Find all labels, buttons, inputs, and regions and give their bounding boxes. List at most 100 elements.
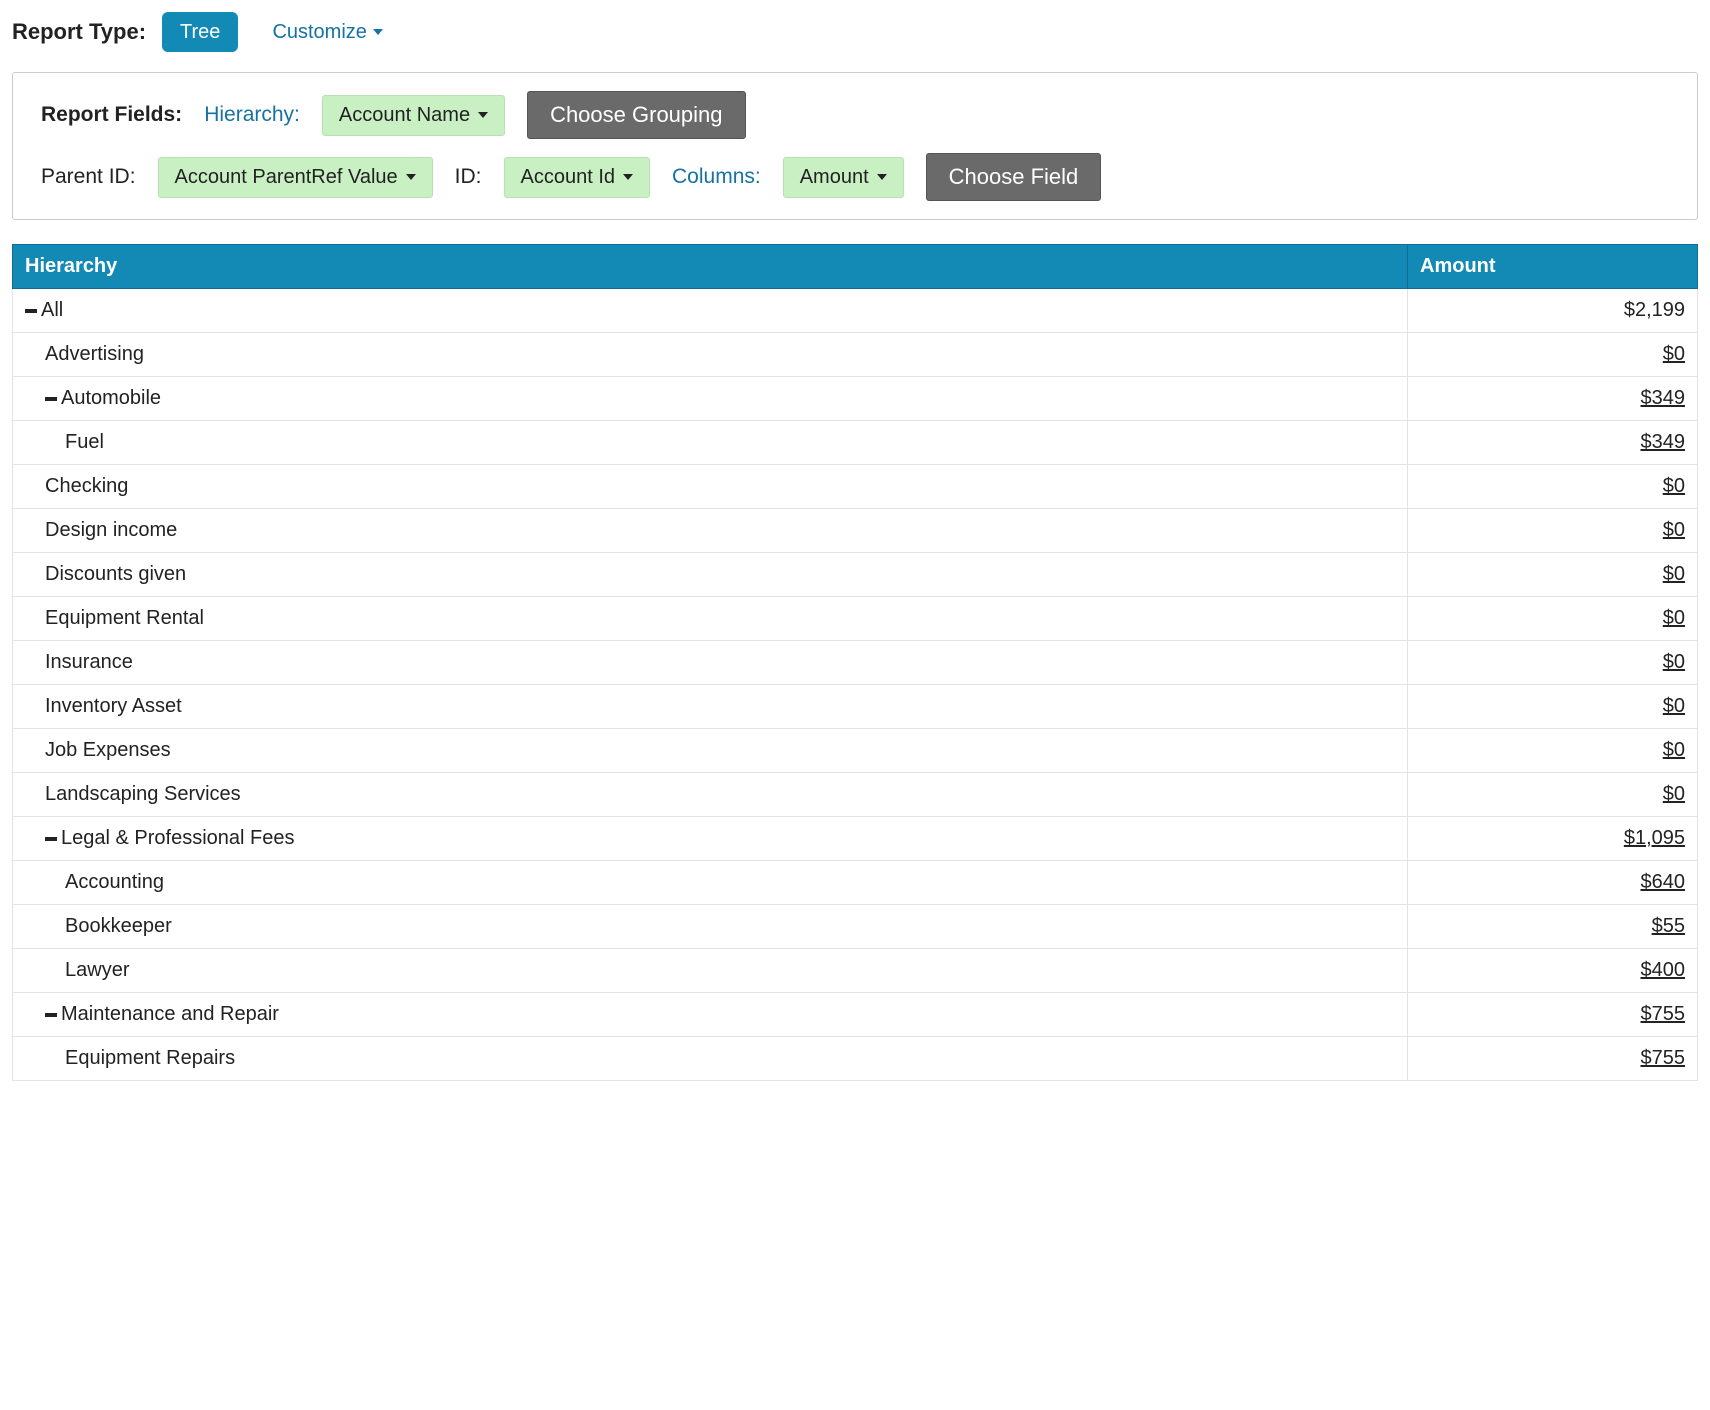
collapse-icon[interactable] (45, 397, 57, 401)
table-row: Maintenance and Repair $755 (13, 993, 1698, 1037)
amount-cell[interactable]: $349 (1408, 377, 1698, 421)
amount-value: $400 (1641, 959, 1686, 981)
header-hierarchy[interactable]: Hierarchy (13, 245, 1408, 289)
hierarchy-dropdown-value: Account Name (339, 104, 470, 127)
columns-label: Columns: (672, 165, 761, 189)
amount-cell[interactable]: $0 (1408, 509, 1698, 553)
hierarchy-label: Hierarchy: (204, 103, 300, 127)
amount-cell[interactable]: $0 (1408, 641, 1698, 685)
amount-value: $640 (1641, 871, 1686, 893)
hierarchy-cell: Equipment Repairs (13, 1037, 1408, 1081)
parent-id-dropdown-value: Account ParentRef Value (175, 166, 398, 189)
table-row: Legal & Professional Fees$1,095 (13, 817, 1698, 861)
hierarchy-label: Job Expenses (45, 739, 171, 761)
id-dropdown[interactable]: Account Id (504, 157, 651, 198)
amount-cell[interactable]: $0 (1408, 773, 1698, 817)
amount-value: $349 (1641, 431, 1686, 453)
hierarchy-cell: Insurance (13, 641, 1408, 685)
hierarchy-cell: Advertising (13, 333, 1408, 377)
hierarchy-label: Landscaping Services (45, 783, 241, 805)
tree-button-label: Tree (180, 20, 220, 44)
parent-id-dropdown[interactable]: Account ParentRef Value (158, 157, 433, 198)
table-row: Inventory Asset $0 (13, 685, 1698, 729)
hierarchy-label: Lawyer (65, 959, 129, 981)
amount-value: $755 (1641, 1003, 1686, 1025)
hierarchy-cell[interactable]: Automobile (13, 377, 1408, 421)
amount-cell[interactable]: $349 (1408, 421, 1698, 465)
table-row: Accounting $640 (13, 861, 1698, 905)
amount-value: $0 (1663, 343, 1685, 365)
amount-cell[interactable]: $1,095 (1408, 817, 1698, 861)
table-row: Equipment Repairs$755 (13, 1037, 1698, 1081)
amount-cell[interactable]: $755 (1408, 1037, 1698, 1081)
hierarchy-cell: Inventory Asset (13, 685, 1408, 729)
hierarchy-label: Discounts given (45, 563, 186, 585)
amount-value: $0 (1663, 563, 1685, 585)
amount-cell: $2,199 (1408, 289, 1698, 333)
choose-grouping-button[interactable]: Choose Grouping (527, 91, 745, 139)
hierarchy-cell: Job Expenses (13, 729, 1408, 773)
hierarchy-cell: Bookkeeper (13, 905, 1408, 949)
amount-cell[interactable]: $0 (1408, 553, 1698, 597)
amount-value: $349 (1641, 387, 1686, 409)
amount-cell[interactable]: $0 (1408, 729, 1698, 773)
table-row: All $2,199 (13, 289, 1698, 333)
table-row: Lawyer $400 (13, 949, 1698, 993)
report-fields-label: Report Fields: (41, 103, 182, 127)
customize-button[interactable]: Customize (254, 12, 400, 52)
hierarchy-cell[interactable]: All (13, 289, 1408, 333)
amount-cell[interactable]: $0 (1408, 685, 1698, 729)
hierarchy-label: All (41, 299, 63, 321)
hierarchy-cell: Fuel (13, 421, 1408, 465)
choose-field-button[interactable]: Choose Field (926, 153, 1102, 201)
hierarchy-cell: Equipment Rental (13, 597, 1408, 641)
columns-dropdown[interactable]: Amount (783, 157, 904, 198)
amount-value: $0 (1663, 519, 1685, 541)
hierarchy-label: Fuel (65, 431, 104, 453)
amount-value: $55 (1652, 915, 1685, 937)
collapse-icon[interactable] (45, 1013, 57, 1017)
table-row: Bookkeeper $55 (13, 905, 1698, 949)
table-row: Advertising $0 (13, 333, 1698, 377)
choose-grouping-label: Choose Grouping (550, 102, 722, 127)
hierarchy-cell: Landscaping Services (13, 773, 1408, 817)
amount-value: $0 (1663, 739, 1685, 761)
collapse-icon[interactable] (45, 837, 57, 841)
hierarchy-dropdown[interactable]: Account Name (322, 95, 505, 136)
hierarchy-label: Design income (45, 519, 177, 541)
amount-cell[interactable]: $400 (1408, 949, 1698, 993)
hierarchy-cell[interactable]: Legal & Professional Fees (13, 817, 1408, 861)
table-row: Discounts given $0 (13, 553, 1698, 597)
table-row: Design income $0 (13, 509, 1698, 553)
choose-field-label: Choose Field (949, 164, 1079, 189)
table-row: Automobile $349 (13, 377, 1698, 421)
tree-button[interactable]: Tree (162, 12, 238, 52)
panel-row-1: Report Fields: Hierarchy: Account Name C… (41, 91, 1669, 139)
hierarchy-label: Accounting (65, 871, 164, 893)
amount-cell[interactable]: $755 (1408, 993, 1698, 1037)
hierarchy-label: Automobile (61, 387, 161, 409)
hierarchy-label: Checking (45, 475, 128, 497)
amount-value: $0 (1663, 475, 1685, 497)
amount-cell[interactable]: $0 (1408, 597, 1698, 641)
table-row: Fuel $349 (13, 421, 1698, 465)
hierarchy-label: Maintenance and Repair (61, 1003, 279, 1025)
parent-id-label: Parent ID: (41, 165, 136, 189)
amount-value: $2,199 (1624, 299, 1685, 321)
amount-cell[interactable]: $55 (1408, 905, 1698, 949)
customize-button-label: Customize (272, 20, 366, 44)
id-dropdown-value: Account Id (521, 166, 616, 189)
header-amount[interactable]: Amount (1408, 245, 1698, 289)
hierarchy-cell[interactable]: Maintenance and Repair (13, 993, 1408, 1037)
panel-row-2: Parent ID: Account ParentRef Value ID: A… (41, 153, 1669, 201)
amount-cell[interactable]: $0 (1408, 333, 1698, 377)
amount-cell[interactable]: $640 (1408, 861, 1698, 905)
collapse-icon[interactable] (25, 309, 37, 313)
caret-down-icon (406, 174, 416, 180)
amount-value: $0 (1663, 695, 1685, 717)
report-table: Hierarchy Amount All$2,199Advertising$0A… (12, 244, 1698, 1081)
id-label: ID: (455, 165, 482, 189)
hierarchy-cell: Checking (13, 465, 1408, 509)
columns-dropdown-value: Amount (800, 166, 869, 189)
amount-cell[interactable]: $0 (1408, 465, 1698, 509)
